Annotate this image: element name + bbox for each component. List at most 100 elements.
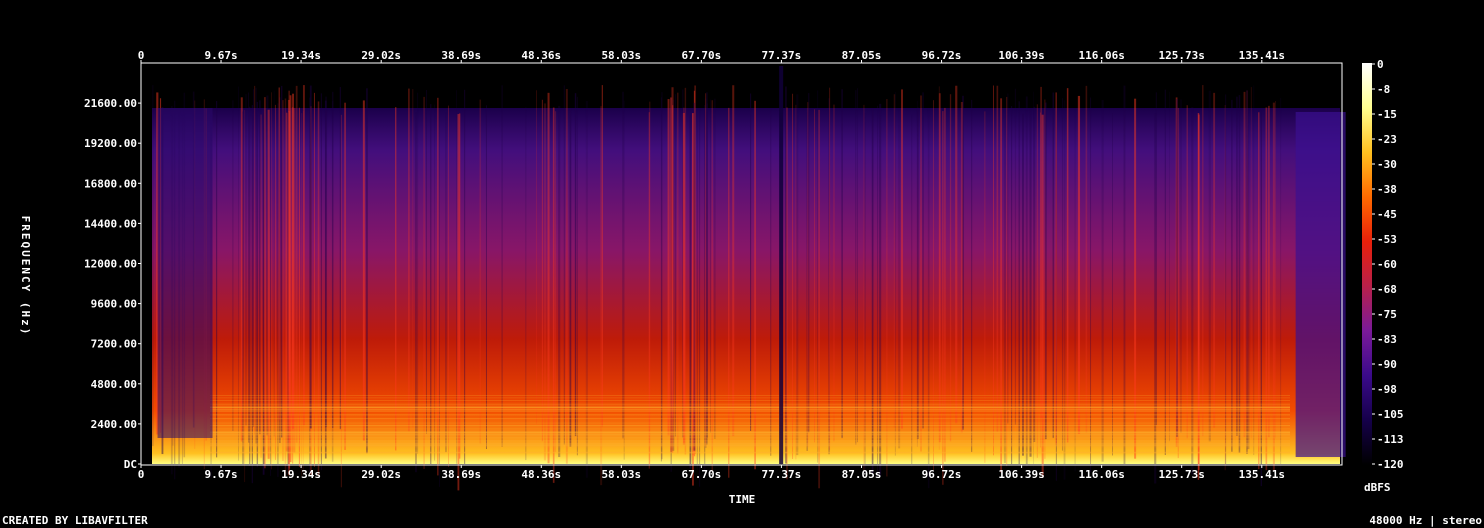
spectrogram-streak [683,107,685,443]
spectrogram-streak [671,87,674,418]
spectrogram-streak [971,99,973,453]
spectrogram-streak [251,105,253,484]
spectrogram-streak [855,90,857,445]
spectrogram-streak [448,105,449,468]
spectrogram-streak [1253,85,1255,456]
spectrogram-streak [886,99,888,477]
spectrogram-streak [901,89,903,429]
spectrogram-streak [877,105,879,478]
spectrogram-streak [1077,95,1081,434]
spectrogram-streak [1258,112,1260,470]
spectrogram-streak [277,103,279,477]
harmonic-band [210,433,1290,435]
spectrogram-streak [271,92,272,470]
spectrogram-streak [244,109,246,483]
x-tick-label-bottom: 87.05s [842,468,882,481]
colorbar-tick-label: -120 [1377,458,1404,471]
spectrogram-streak [536,90,537,424]
spectrogram-streak [270,108,271,476]
spectrogram-streak [1208,90,1211,442]
spectrogram-streak [479,99,482,444]
y-tick-label: 4800.00 [91,378,137,391]
harmonic-band [210,407,1290,409]
spectrogram-streak [1191,107,1194,475]
harmonic-band [210,450,1290,452]
spectrogram-streak [863,104,865,472]
x-ticks-top: 0 9.67s 19.34s 29.02s 38.69s 48.36s 58.03s 67.7… [138,49,1285,63]
spectrogram-streak [833,104,835,442]
spectrogram-streak [922,92,924,429]
spectrogram-streak [1041,114,1044,477]
spectrogram-streak [808,93,810,433]
spectrogram-streak [301,112,303,477]
colorbar-tick-label: -45 [1377,208,1397,221]
colorbar-tick-label: -113 [1377,433,1404,446]
spectrogram-streak [408,88,410,432]
harmonic-band [210,431,1290,433]
harmonic-band [210,400,1290,401]
harmonic-band [210,397,1290,399]
x-tick-label-bottom: 19.34s [281,468,321,481]
spectrogram-streak [302,85,305,426]
spectrogram-streak [412,89,414,428]
colorbar [1362,63,1372,465]
spectrogram-streak [955,85,958,424]
spectrogram-streak [1231,99,1233,452]
spectrogram-streak [281,85,283,438]
spectrogram-streak [693,102,696,451]
spectrogram-streak [1275,101,1276,439]
spectrogram-streak [445,112,447,453]
silence-gap [779,66,784,464]
spectrogram-streak [601,85,603,427]
spectrogram-streak [993,85,994,456]
spectrogram-streak [417,92,419,454]
harmonic-band [210,403,1290,405]
spectrogram-streak [1260,110,1262,487]
spectrogram-streak [1272,102,1275,472]
colorbar-tick-label: -83 [1377,333,1397,346]
spectrogram-streak [232,100,234,431]
x-axis-label: TIME [729,493,756,506]
harmonic-band [210,440,1290,442]
y-tick-label: 19200.00 [84,137,137,150]
spectrogram-streak [339,87,342,430]
spectrogram-streak [255,87,257,444]
spectrogram-streak [152,85,154,447]
harmonic-band [210,404,1290,406]
footer-left: CREATED BY LIBAVFILTER [2,514,148,527]
colorbar-tick-label: -105 [1377,408,1404,421]
spectrogram-streak [871,108,874,475]
spectrogram-streak [857,88,858,443]
spectrogram-streak [1213,92,1216,428]
colorbar-tick-label: -23 [1377,133,1397,146]
spectrogram-streak [1055,92,1057,446]
spectrogram-streak [807,102,809,447]
spectrogram-streak [426,90,427,434]
x-tick-label-bottom: 77.37s [762,468,802,481]
y-tick-label: 7200.00 [91,338,137,351]
spectrogram-streak [814,109,815,443]
spectrogram-streak [1052,92,1054,439]
spectrogram-streak [252,89,255,427]
x-tick-label-bottom: 116.06s [1078,468,1124,481]
spectrogram-streak [576,96,578,456]
spectrogram-streak [1000,98,1003,473]
harmonic-band [210,446,1290,448]
harmonic-band [210,434,1290,436]
spectrogram-streak [1176,98,1179,437]
y-tick-label: 9600.00 [91,298,137,311]
spectrogram-streak [317,101,320,476]
spectrogram-streak [728,107,730,478]
harmonic-band [210,437,1290,439]
y-tick-label: 16800.00 [84,177,137,190]
y-tick-label: DC [124,458,137,471]
spectrogram-streak [622,91,624,439]
spectrogram-streak [552,107,555,483]
colorbar-tick-label: -15 [1377,108,1397,121]
spectrogram-streak [1265,107,1268,471]
spectrogram-streak [585,100,588,478]
spectrogram-streak [841,89,843,439]
spectrogram-streak [1198,114,1200,470]
x-tick-label-bottom: 29.02s [361,468,401,481]
x-tick-label-bottom: 9.67s [204,468,237,481]
